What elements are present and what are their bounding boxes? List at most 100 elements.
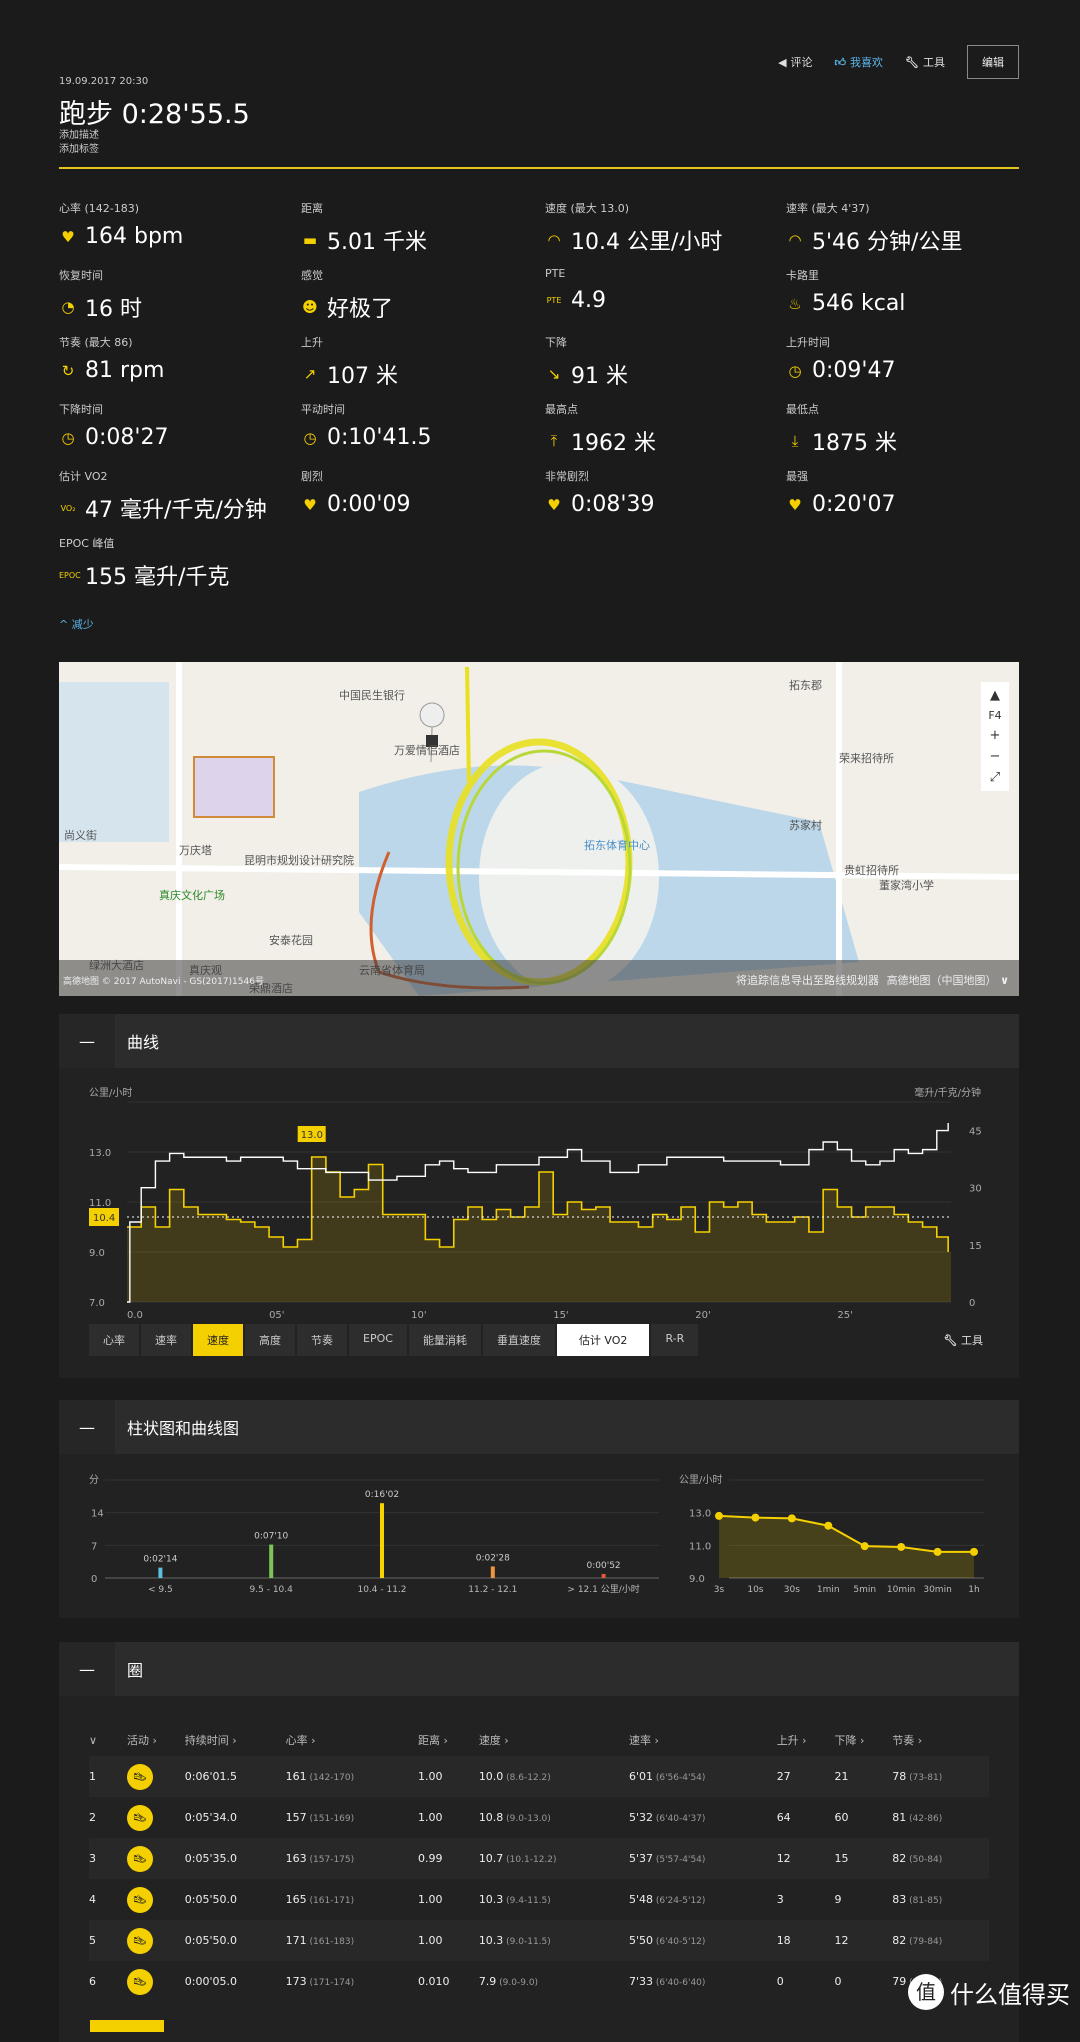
chart-tab[interactable]: R-R bbox=[651, 1324, 699, 1356]
y2-tick-label: 15 bbox=[969, 1241, 982, 1252]
cell: 9 bbox=[834, 1893, 842, 1906]
show-less-link[interactable]: ^ 减少 bbox=[59, 616, 94, 632]
activity-date: 19.09.2017 20:30 bbox=[59, 76, 149, 87]
data-point bbox=[933, 1547, 942, 1556]
cell: 0:05'50.0 bbox=[184, 1920, 286, 1961]
collapse-button[interactable]: — bbox=[59, 1642, 115, 1696]
chart-tab[interactable]: EPOC bbox=[349, 1324, 407, 1356]
stat-label: 距离 bbox=[301, 202, 323, 215]
zoom-in-icon[interactable]: + bbox=[990, 728, 1001, 743]
add-tags-link[interactable]: 添加标签 bbox=[59, 140, 99, 155]
chevron-right-icon: › bbox=[914, 1734, 923, 1747]
peak-speed-chart: 公里/小时 9.0 11.0 13.0 3s 10s 30s 1min 5min 10min 30m… bbox=[679, 1474, 984, 1595]
cell: 5'50 (6'40-5'12) bbox=[628, 1920, 777, 1961]
collapse-button[interactable]: — bbox=[59, 1014, 115, 1068]
tilt-up-icon[interactable]: ▲ bbox=[990, 688, 1000, 703]
chart-tab[interactable]: 速率 bbox=[141, 1324, 191, 1356]
chart-tab[interactable]: 节奏 bbox=[297, 1324, 347, 1356]
add-description-link[interactable]: 添加描述 bbox=[59, 126, 99, 141]
chart-tab[interactable]: 能量消耗 bbox=[408, 1324, 481, 1356]
chart-tab[interactable]: 速度 bbox=[193, 1324, 243, 1356]
stadium bbox=[479, 762, 659, 992]
column-header[interactable]: 节奏 › bbox=[892, 1724, 989, 1756]
stat-label: 下降 bbox=[545, 336, 567, 349]
route-map[interactable]: 中国民生银行 拓东郡 万爱情侣酒店 荣来招待所 尚义街 万庆塔 昆明市规划设计研究院 拓东体育… bbox=[59, 662, 1019, 996]
column-header[interactable]: 上升 › bbox=[777, 1724, 835, 1756]
category-label: < 9.5 bbox=[148, 1585, 173, 1595]
comment-button[interactable]: ◀ 评论 bbox=[778, 54, 812, 70]
map-provider-select[interactable]: 高德地图（中国地图） ∨ bbox=[887, 972, 1009, 988]
chart-tab[interactable]: 估计 VO2 bbox=[556, 1324, 650, 1356]
highest-point-icon: ⤒ bbox=[550, 432, 558, 450]
stat-label: 速度 (最大 13.0) bbox=[545, 202, 630, 215]
y2-tick-label: 45 bbox=[969, 1127, 982, 1138]
column-header[interactable]: 距离 › bbox=[418, 1724, 479, 1756]
table-row[interactable]: 3 👟︎ 0:05'35.0 163 (157-175) 0.99 10.7 (10.1-… bbox=[89, 1838, 989, 1879]
export-route-link[interactable]: 将追踪信息导出至路线规划器 bbox=[736, 972, 879, 988]
column-header[interactable]: 持续时间 › bbox=[185, 1724, 286, 1756]
expand-all-icon[interactable]: ∨ bbox=[89, 1724, 127, 1756]
bar bbox=[158, 1567, 163, 1578]
column-header[interactable]: 活动 › bbox=[127, 1724, 185, 1756]
floor-icon[interactable]: F4 bbox=[988, 709, 1001, 722]
category-label: 11.2 - 12.1 bbox=[468, 1585, 517, 1595]
table-row[interactable]: 4 👟︎ 0:05'50.0 165 (161-171) 1.00 10.3 (9.4-1… bbox=[89, 1879, 989, 1920]
arrow-up-right-icon: ↗ bbox=[303, 365, 317, 383]
stat-value-row: ☻ 好极了 bbox=[301, 291, 541, 323]
bar bbox=[601, 1573, 606, 1578]
chart-tab[interactable]: 心率 bbox=[89, 1324, 139, 1356]
table-row[interactable]: 5 👟︎ 0:05'50.0 171 (161-183) 1.00 10.3 (9.0-1… bbox=[89, 1920, 989, 1961]
chart-tabs: 心率 速率 速度 高度 节奏 EPOC 能量消耗 垂直速度 估计 VO2 R-R bbox=[89, 1324, 699, 1356]
speed-chart[interactable]: 公里/小时 毫升/千克/分钟 7.0 9.0 11.0 13.0 0 15 30 45 0.0 05'… bbox=[59, 1078, 1019, 1328]
x-tick-label: 15' bbox=[553, 1310, 568, 1321]
running-shoe-icon: 👟︎ bbox=[127, 1886, 153, 1913]
column-header[interactable]: 速度 › bbox=[479, 1724, 629, 1756]
cell: 0:06'01.5 bbox=[184, 1756, 286, 1797]
column-header[interactable]: 下降 › bbox=[834, 1724, 892, 1756]
speedometer-icon: ◠ bbox=[788, 231, 802, 249]
cell: 1 bbox=[89, 1756, 127, 1797]
edit-button[interactable]: 编辑 bbox=[967, 45, 1019, 79]
column-header[interactable]: 速率 › bbox=[629, 1724, 777, 1756]
table-row[interactable]: 1 👟︎ 0:06'01.5 161 (142-170) 1.00 10.0 (8.6-1… bbox=[89, 1756, 989, 1797]
laps-panel: — 圈 ∨ 活动 › 持续时间 › 心率 › 距离 › 速度 › 速率 › 上升 › 下降 › 节奏… bbox=[59, 1642, 1019, 2042]
map-copyright: 高德地图 © 2017 AutoNavi - GS(2017)1546号 bbox=[63, 977, 264, 987]
column-header[interactable]: 心率 › bbox=[286, 1724, 418, 1756]
cell: 161 (142-170) bbox=[285, 1756, 418, 1797]
thumbs-up-icon: 👍︎ bbox=[834, 55, 847, 69]
stat-item: 速率 (最大 4'37) ◠ 5'46 分钟/公里 bbox=[786, 200, 1026, 256]
chart-tab[interactable]: 垂直速度 bbox=[482, 1324, 555, 1356]
stat-value-row: ◠ 10.4 公里/小时 bbox=[545, 224, 785, 256]
stat-value: 81 rpm bbox=[85, 358, 165, 383]
stat-item: 最高点 ⤒ 1962 米 bbox=[545, 401, 785, 457]
watermark: 值什么值得买 bbox=[908, 1974, 1070, 2010]
cell: 0 bbox=[834, 1975, 842, 1988]
chart-tab[interactable]: 高度 bbox=[245, 1324, 295, 1356]
more-button[interactable] bbox=[90, 2020, 164, 2032]
map-label: 贵虹招待所 bbox=[844, 864, 899, 877]
stat-value: 164 bpm bbox=[85, 224, 184, 249]
table-row[interactable]: 2 👟︎ 0:05'34.0 157 (151-169) 1.00 10.8 (9.0-1… bbox=[89, 1797, 989, 1838]
y-tick-label: 9.0 bbox=[689, 1574, 705, 1585]
cell: 0:00'05.0 bbox=[184, 1975, 237, 1988]
cell: 81 (42-86) bbox=[892, 1811, 943, 1824]
vo2-icon: VO₂ bbox=[60, 503, 76, 513]
divider bbox=[59, 167, 1019, 169]
stat-value: 107 米 bbox=[327, 364, 398, 389]
table-row[interactable]: 6 👟︎ 0:00'05.0 173 (171-174) 0.010 7.9 (9.0-9… bbox=[89, 1961, 989, 2002]
map-label: 昆明市规划设计研究院 bbox=[244, 854, 354, 867]
tools-button[interactable]: 🔧︎ 工具 bbox=[905, 54, 945, 70]
zoom-out-icon[interactable]: − bbox=[990, 749, 1001, 764]
stat-value-row: ▬ 5.01 千米 bbox=[301, 224, 541, 256]
stat-label: 上升 bbox=[301, 336, 323, 349]
chart-tools-button[interactable]: 🔧︎ 工具 bbox=[944, 1332, 983, 1348]
fullscreen-icon[interactable]: ⤢ bbox=[990, 770, 1000, 785]
like-button[interactable]: 👍︎ 我喜欢 bbox=[835, 54, 884, 70]
stat-value: 1962 米 bbox=[571, 431, 656, 456]
x-tick-label: 25' bbox=[837, 1310, 852, 1321]
cell: 1.00 bbox=[417, 1756, 479, 1797]
collapse-button[interactable]: — bbox=[59, 1400, 115, 1454]
arrow-down-right-icon: ↘ bbox=[547, 365, 561, 383]
bar bbox=[490, 1566, 495, 1578]
heart-icon: ♥ bbox=[61, 227, 75, 246]
